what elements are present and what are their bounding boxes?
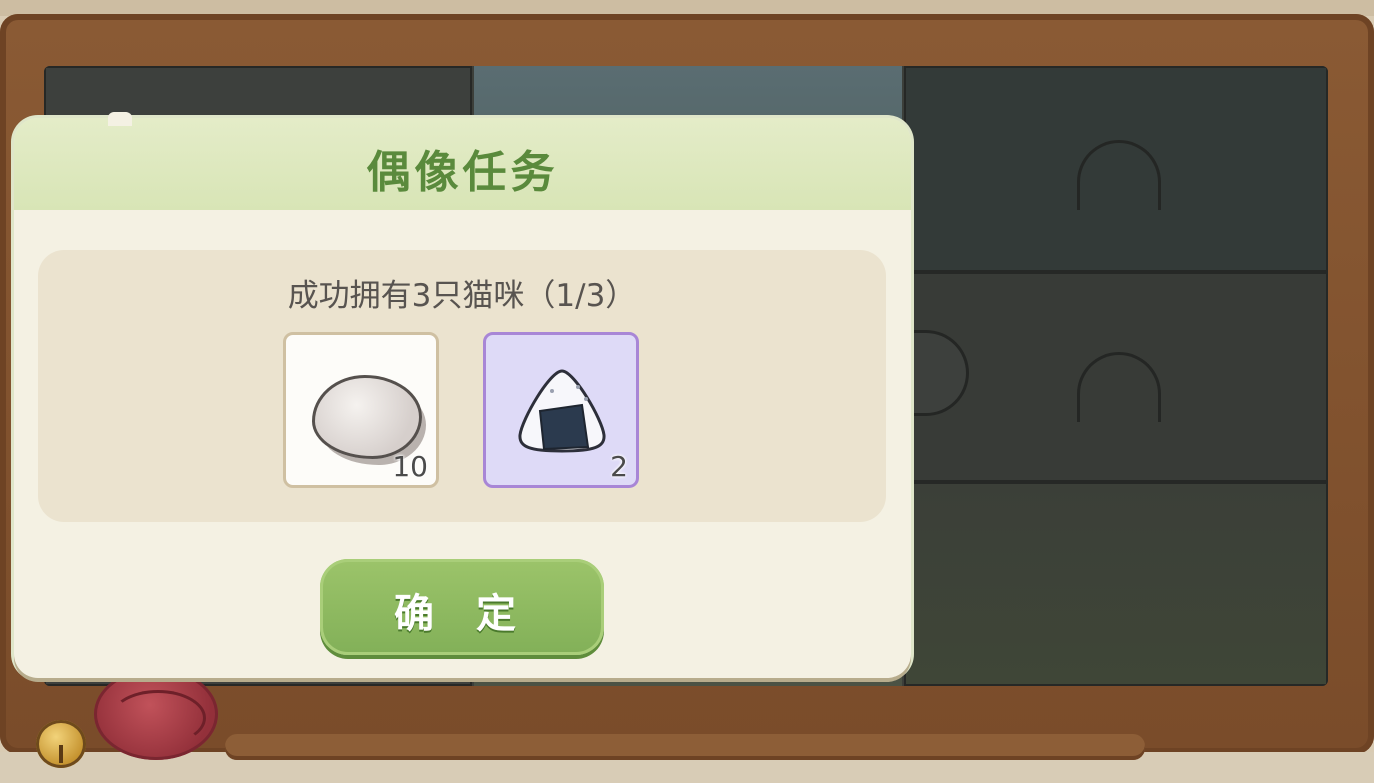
dialog-notch [108, 112, 132, 126]
puzzle-piece [904, 482, 1328, 686]
reward-slot-cotton[interactable]: 10 [283, 332, 439, 488]
bell-slit [59, 745, 63, 763]
cotton-icon [312, 375, 422, 459]
reward-count: 2 [610, 450, 628, 483]
frame-bottom-lip [225, 734, 1145, 760]
confirm-label: 确 定 [394, 591, 530, 637]
onigiri-icon [518, 369, 606, 453]
task-panel: 成功拥有3只猫咪（1/3） 10 2 [38, 250, 886, 522]
dialog-title: 偶像任务 [366, 147, 559, 198]
confirm-button[interactable]: 确 定 [320, 559, 604, 655]
idol-task-dialog: 偶像任务 成功拥有3只猫咪（1/3） 10 2 确 定 [14, 118, 911, 678]
task-description: 成功拥有3只猫咪（1/3） [287, 278, 637, 314]
yarn-strand [110, 690, 206, 746]
reward-count: 10 [392, 450, 428, 483]
reward-slot-onigiri[interactable]: 2 [483, 332, 639, 488]
